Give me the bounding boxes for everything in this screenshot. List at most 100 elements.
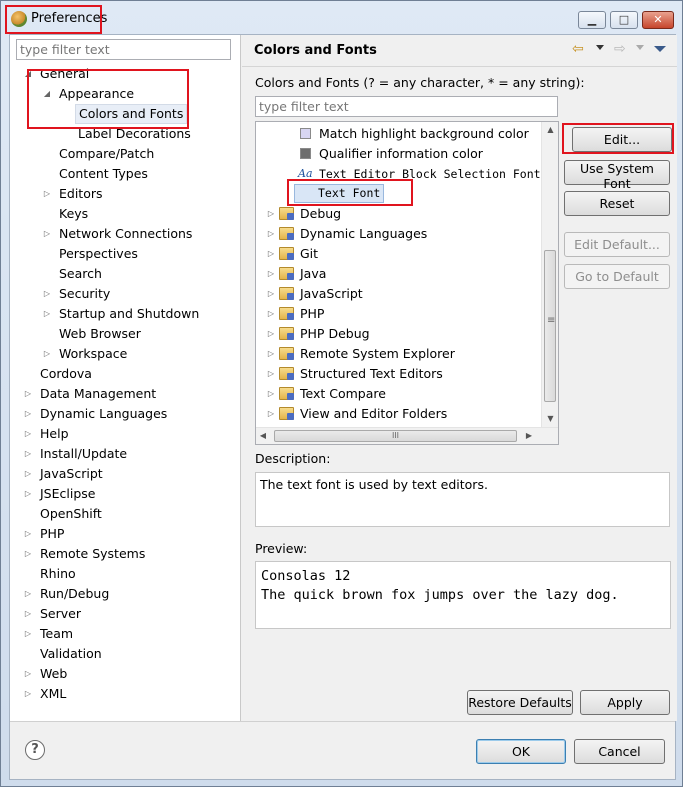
tree-item[interactable]: ▷ Run/Debug — [10, 584, 240, 604]
cancel-button[interactable]: Cancel — [574, 739, 665, 764]
tree-item[interactable]: Keys — [10, 204, 240, 224]
tree-item[interactable]: ▷ PHP — [10, 524, 240, 544]
scroll-right-icon[interactable]: ▶ — [522, 428, 536, 444]
scroll-left-icon[interactable]: ◀ — [256, 428, 270, 444]
collapsed-arrow-icon[interactable]: ▷ — [23, 484, 33, 504]
collapsed-arrow-icon[interactable]: ▷ — [42, 284, 52, 304]
collapsed-arrow-icon[interactable]: ▷ — [23, 404, 33, 424]
tree-item[interactable]: ▷ Dynamic Languages — [10, 404, 240, 424]
tree-item[interactable]: ▷ Workspace — [10, 344, 240, 364]
collapsed-arrow-icon[interactable]: ▷ — [266, 244, 276, 264]
collapsed-arrow-icon[interactable]: ▷ — [23, 664, 33, 684]
category-row[interactable]: ▷ Structured Text Editors — [256, 364, 542, 384]
close-button[interactable]: ✕ — [642, 11, 674, 29]
scroll-down-icon[interactable]: ▼ — [542, 411, 558, 427]
collapsed-arrow-icon[interactable]: ▷ — [42, 304, 52, 324]
collapsed-arrow-icon[interactable]: ▷ — [23, 524, 33, 544]
title-bar[interactable]: Preferences ▁ □ ✕ — [1, 1, 682, 35]
tree-item[interactable]: ▷ JavaScript — [10, 464, 240, 484]
collapsed-arrow-icon[interactable]: ▷ — [23, 544, 33, 564]
collapsed-arrow-icon[interactable]: ▷ — [266, 304, 276, 324]
collapsed-arrow-icon[interactable]: ▷ — [23, 684, 33, 704]
tree-item[interactable]: ▷ JSEclipse — [10, 484, 240, 504]
tree-item[interactable]: ▷ Server — [10, 604, 240, 624]
minimize-button[interactable]: ▁ — [578, 11, 606, 29]
category-row[interactable]: ▷ Java — [256, 264, 542, 284]
restore-defaults-button[interactable]: Restore Defaults — [467, 690, 573, 715]
category-row[interactable]: ▷ Text Compare — [256, 384, 542, 404]
tree-filter-field[interactable] — [16, 39, 231, 60]
tree-item[interactable]: Cordova — [10, 364, 240, 384]
collapsed-arrow-icon[interactable]: ▷ — [266, 324, 276, 344]
help-icon[interactable]: ? — [25, 740, 45, 760]
tree-item[interactable]: Rhino — [10, 564, 240, 584]
tree-item[interactable]: Search — [10, 264, 240, 284]
collapsed-arrow-icon[interactable]: ▷ — [266, 264, 276, 284]
category-row[interactable]: ▷ Debug — [256, 204, 542, 224]
tree-item[interactable]: Compare/Patch — [10, 144, 240, 164]
category-row[interactable]: ▷ JavaScript — [256, 284, 542, 304]
collapsed-arrow-icon[interactable]: ▷ — [42, 344, 52, 364]
tree-item[interactable]: ▷ Startup and Shutdown — [10, 304, 240, 324]
collapsed-arrow-icon[interactable]: ▷ — [23, 444, 33, 464]
colors-filter-input[interactable] — [256, 97, 557, 116]
apply-button[interactable]: Apply — [580, 690, 670, 715]
collapsed-arrow-icon[interactable]: ▷ — [42, 184, 52, 204]
tree-item[interactable]: ▷ Remote Systems — [10, 544, 240, 564]
collapsed-arrow-icon[interactable]: ▷ — [23, 424, 33, 444]
maximize-button[interactable]: □ — [610, 11, 638, 29]
category-row[interactable]: ▷ Remote System Explorer — [256, 344, 542, 364]
collapsed-arrow-icon[interactable]: ▷ — [266, 224, 276, 244]
tree-item[interactable]: Web Browser — [10, 324, 240, 344]
collapsed-arrow-icon[interactable]: ▷ — [23, 604, 33, 624]
tree-item[interactable]: ▷ Team — [10, 624, 240, 644]
setting-row[interactable]: Match highlight background color — [256, 124, 542, 144]
back-arrow-icon[interactable]: ⇦ — [572, 41, 584, 57]
category-row[interactable]: ▷ PHP Debug — [256, 324, 542, 344]
collapsed-arrow-icon[interactable]: ▷ — [23, 624, 33, 644]
vertical-scrollbar[interactable]: ▲ ≡ ▼ — [541, 122, 558, 427]
tree-item[interactable]: ▷ Security — [10, 284, 240, 304]
collapsed-arrow-icon[interactable]: ▷ — [266, 344, 276, 364]
tree-item[interactable]: Content Types — [10, 164, 240, 184]
tree-item[interactable]: ▷ Help — [10, 424, 240, 444]
tree-item[interactable]: ▷ Data Management — [10, 384, 240, 404]
edit-default-button[interactable]: Edit Default... — [564, 232, 670, 257]
collapsed-arrow-icon[interactable]: ▷ — [266, 364, 276, 384]
view-menu-icon[interactable] — [654, 46, 666, 52]
setting-row[interactable]: Qualifier information color — [256, 144, 542, 164]
collapsed-arrow-icon[interactable]: ▷ — [23, 384, 33, 404]
collapsed-arrow-icon[interactable]: ▷ — [266, 284, 276, 304]
tree-item[interactable]: Perspectives — [10, 244, 240, 264]
colors-filter-field[interactable] — [255, 96, 558, 117]
forward-arrow-icon[interactable]: ⇨ — [614, 41, 626, 57]
collapsed-arrow-icon[interactable]: ▷ — [266, 404, 276, 424]
tree-item[interactable]: ▷ Editors — [10, 184, 240, 204]
tree-item[interactable]: ▷ Install/Update — [10, 444, 240, 464]
tree-item[interactable]: ▷ XML — [10, 684, 240, 704]
forward-dropdown-icon[interactable] — [636, 45, 644, 50]
use-system-font-button[interactable]: Use System Font — [564, 160, 670, 191]
vertical-scroll-thumb[interactable]: ≡ — [544, 250, 556, 402]
ok-button[interactable]: OK — [476, 739, 566, 764]
tree-item[interactable]: ▷ Web — [10, 664, 240, 684]
tree-filter-input[interactable] — [17, 40, 230, 59]
horizontal-scrollbar[interactable]: ◀ III ▶ — [256, 427, 558, 444]
back-dropdown-icon[interactable] — [596, 45, 604, 50]
tree-item[interactable]: ▷ Network Connections — [10, 224, 240, 244]
category-row[interactable]: ▷ Git — [256, 244, 542, 264]
category-row[interactable]: ▷ PHP — [256, 304, 542, 324]
category-row[interactable]: ▷ Dynamic Languages — [256, 224, 542, 244]
tree-item[interactable]: Validation — [10, 644, 240, 664]
scroll-up-icon[interactable]: ▲ — [542, 122, 558, 138]
collapsed-arrow-icon[interactable]: ▷ — [23, 464, 33, 484]
category-row[interactable]: ▷ View and Editor Folders — [256, 404, 542, 424]
horizontal-scroll-thumb[interactable]: III — [274, 430, 517, 442]
collapsed-arrow-icon[interactable]: ▷ — [266, 204, 276, 224]
tree-item[interactable]: OpenShift — [10, 504, 240, 524]
go-to-default-button[interactable]: Go to Default — [564, 264, 670, 289]
collapsed-arrow-icon[interactable]: ▷ — [23, 584, 33, 604]
reset-button[interactable]: Reset — [564, 191, 670, 216]
collapsed-arrow-icon[interactable]: ▷ — [266, 384, 276, 404]
collapsed-arrow-icon[interactable]: ▷ — [42, 224, 52, 244]
